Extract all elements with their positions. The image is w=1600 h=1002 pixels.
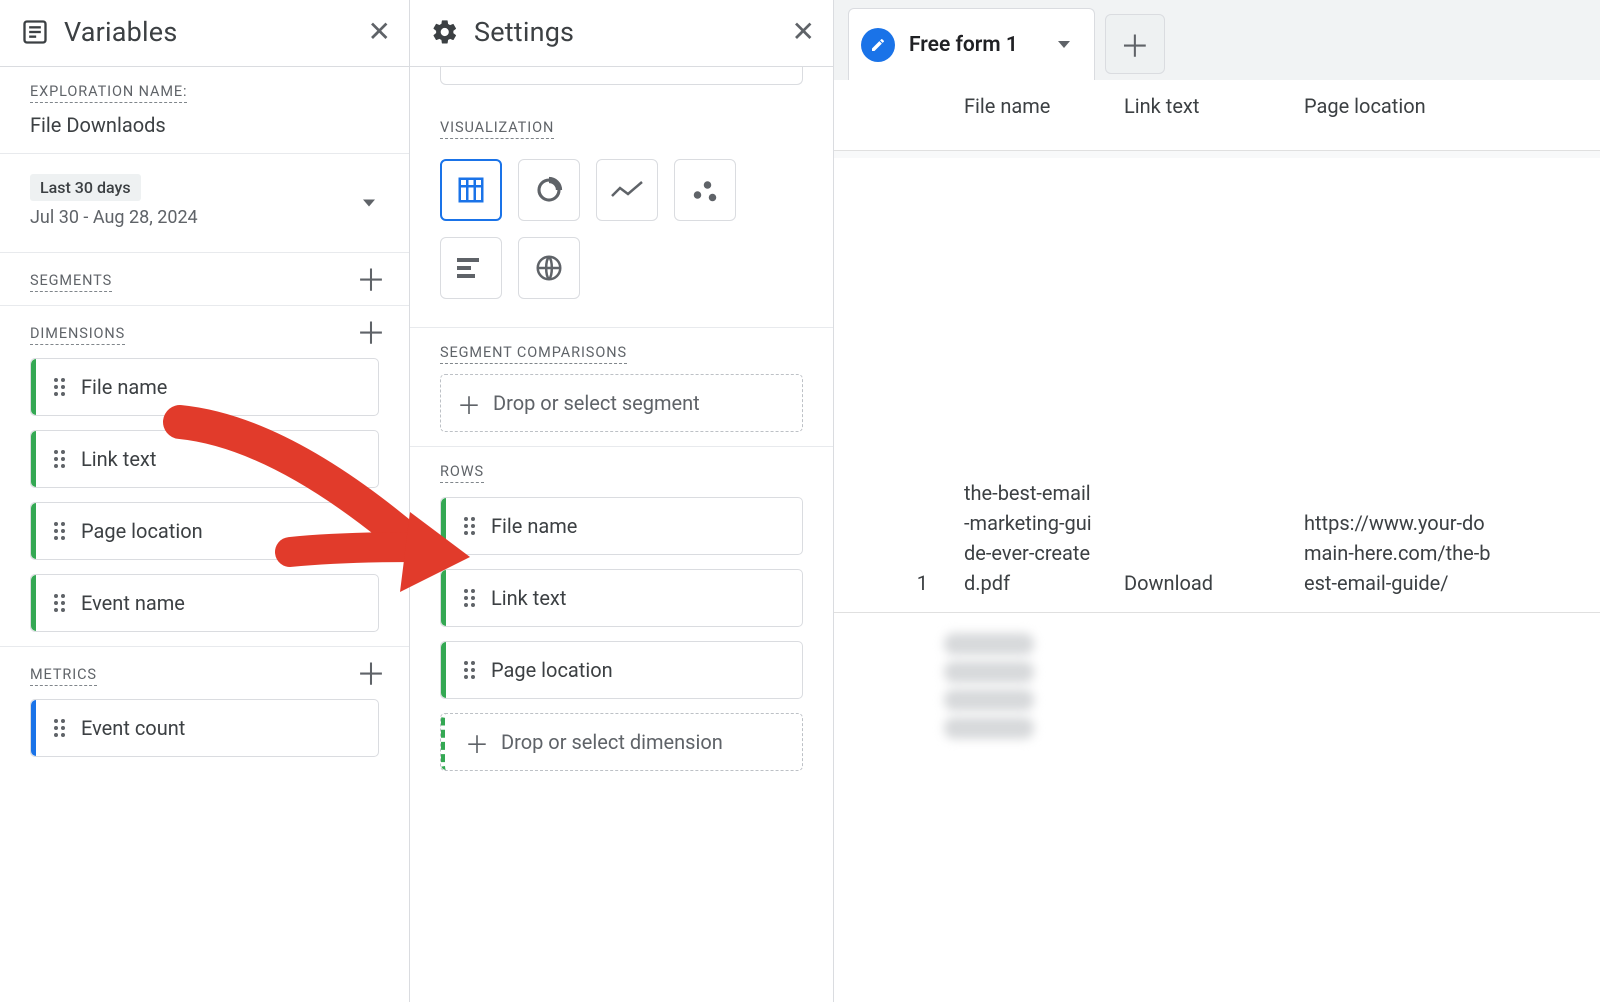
tabs-row: Free form 1 ＋ bbox=[834, 0, 1600, 80]
visualization-label: VISUALIZATION bbox=[440, 119, 554, 139]
dimension-chip[interactable]: Page location bbox=[30, 502, 379, 560]
exploration-name-label: EXPLORATION NAME: bbox=[30, 83, 187, 103]
plus-icon: ＋ bbox=[465, 725, 489, 760]
viz-geo-button[interactable] bbox=[518, 237, 580, 299]
column-header[interactable]: Page location bbox=[1304, 94, 1494, 118]
column-header[interactable]: File name bbox=[964, 94, 1094, 118]
tab-title: Free form 1 bbox=[909, 33, 1018, 57]
variables-panel: Variables ✕ EXPLORATION NAME: File Downl… bbox=[0, 0, 410, 1002]
row-index: 1 bbox=[884, 568, 934, 598]
cell-page-location: https://www.your-domain-here.com/the-bes… bbox=[1304, 508, 1494, 598]
results-columns-header: File name Link text Page location bbox=[834, 80, 1600, 151]
drag-handle-icon bbox=[49, 378, 69, 396]
row-chip[interactable]: Link text bbox=[440, 569, 803, 627]
variables-icon bbox=[20, 17, 50, 47]
results-body: 1 the-best-email-marketing-guide-ever-cr… bbox=[834, 158, 1600, 1002]
drag-handle-icon bbox=[459, 661, 479, 679]
chevron-down-icon bbox=[363, 200, 375, 207]
exploration-name-input[interactable]: File Downlaods bbox=[30, 113, 387, 137]
drag-handle-icon bbox=[49, 522, 69, 540]
viz-table-button[interactable] bbox=[440, 159, 502, 221]
technique-card-truncated bbox=[440, 67, 803, 85]
add-tab-button[interactable]: ＋ bbox=[1105, 14, 1165, 74]
drag-handle-icon bbox=[459, 517, 479, 535]
drag-handle-icon bbox=[459, 589, 479, 607]
blurred-row bbox=[834, 613, 1600, 739]
table-row[interactable]: 1 the-best-email-marketing-guide-ever-cr… bbox=[834, 478, 1600, 613]
close-variables-button[interactable]: ✕ bbox=[368, 18, 391, 46]
rows-label: ROWS bbox=[440, 463, 484, 483]
add-dimension-button[interactable]: ＋ bbox=[355, 320, 387, 350]
viz-donut-button[interactable] bbox=[518, 159, 580, 221]
settings-title: Settings bbox=[474, 16, 778, 48]
drag-handle-icon bbox=[49, 719, 69, 737]
variables-title: Variables bbox=[64, 16, 354, 48]
dimension-chip[interactable]: File name bbox=[30, 358, 379, 416]
dimensions-label: DIMENSIONS bbox=[30, 325, 125, 345]
tab-free-form[interactable]: Free form 1 bbox=[848, 8, 1095, 80]
segment-drop-zone[interactable]: ＋ Drop or select segment bbox=[440, 374, 803, 432]
row-chip[interactable]: File name bbox=[440, 497, 803, 555]
segments-label: SEGMENTS bbox=[30, 272, 112, 292]
metrics-list: Event count bbox=[0, 699, 409, 771]
row-chip[interactable]: Page location bbox=[440, 641, 803, 699]
column-header[interactable]: Link text bbox=[1124, 94, 1274, 118]
cell-link-text: Download bbox=[1124, 568, 1274, 598]
cell-file-name: the-best-email-marketing-guide-ever-crea… bbox=[964, 478, 1094, 598]
chevron-down-icon bbox=[1058, 41, 1070, 48]
plus-icon: ＋ bbox=[457, 386, 481, 421]
close-settings-button[interactable]: ✕ bbox=[792, 18, 815, 46]
drag-handle-icon bbox=[49, 450, 69, 468]
date-range-picker[interactable]: Last 30 days Jul 30 - Aug 28, 2024 bbox=[0, 154, 409, 253]
add-segment-button[interactable]: ＋ bbox=[355, 267, 387, 297]
add-metric-button[interactable]: ＋ bbox=[355, 661, 387, 691]
viz-line-button[interactable] bbox=[596, 159, 658, 221]
dimension-chip[interactable]: Event name bbox=[30, 574, 379, 632]
visualization-options bbox=[410, 149, 833, 327]
results-panel: Free form 1 ＋ File name Link text Page l… bbox=[834, 0, 1600, 1002]
rows-drop-zone[interactable]: ＋ Drop or select dimension bbox=[440, 713, 803, 771]
drag-handle-icon bbox=[49, 594, 69, 612]
pencil-icon bbox=[861, 28, 895, 62]
viz-bar-button[interactable] bbox=[440, 237, 502, 299]
gear-icon bbox=[430, 17, 460, 47]
dimensions-list: File name Link text Page location Event … bbox=[0, 358, 409, 646]
metrics-label: METRICS bbox=[30, 666, 97, 686]
metric-chip[interactable]: Event count bbox=[30, 699, 379, 757]
dimension-chip[interactable]: Link text bbox=[30, 430, 379, 488]
viz-scatter-button[interactable] bbox=[674, 159, 736, 221]
settings-panel: Settings ✕ VISUALIZATION bbox=[410, 0, 834, 1002]
date-range-text: Jul 30 - Aug 28, 2024 bbox=[30, 207, 387, 228]
segment-comparisons-label: SEGMENT COMPARISONS bbox=[440, 344, 627, 364]
date-chip: Last 30 days bbox=[30, 174, 141, 201]
